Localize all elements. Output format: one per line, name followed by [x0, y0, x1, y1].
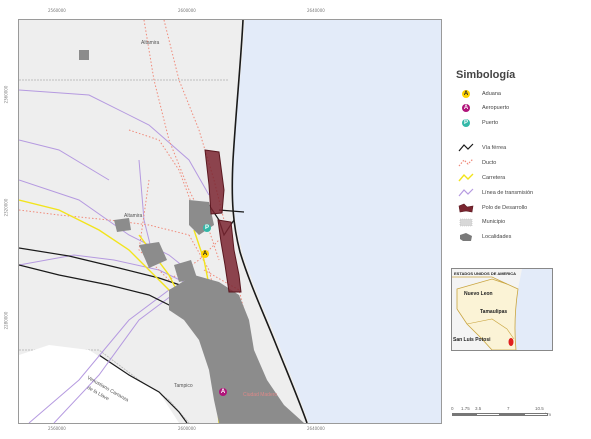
coord-top-2: 2600000: [178, 8, 196, 13]
aduana-pin-icon[interactable]: A: [201, 250, 209, 258]
map-label-tampico: Tampico: [174, 383, 193, 389]
coord-left-3: 2280000: [3, 311, 9, 330]
development-pole-icon: [458, 203, 474, 213]
aeropuerto-icon: A: [462, 104, 470, 112]
scale-tick-3: 7: [507, 406, 510, 411]
map-frame[interactable]: A P A Altamira Altamira Tampico Ciudad M…: [18, 19, 442, 424]
inset-label-country: ESTADOS UNIDOS DE AMERICA: [454, 271, 517, 276]
aduana-icon: A: [462, 90, 470, 98]
legend-item-development-pole: Polo de Desarrollo: [458, 202, 588, 214]
municipality-icon: [459, 218, 473, 227]
scale-tick-0: 0: [451, 406, 454, 411]
legend-label-aduana: Aduana: [482, 91, 501, 97]
scale-bar: 0 1.75 3.5 7 10.5 km: [451, 403, 551, 423]
map-label-altamira-north: Altamira: [141, 40, 160, 46]
puerto-icon: P: [462, 119, 470, 127]
legend-label-highway: Carretera: [482, 175, 506, 181]
railway-icon: [458, 143, 474, 152]
localities-icon: [460, 233, 472, 241]
legend-item-highway: Carretera: [458, 172, 588, 184]
coord-bottom-2: 2600000: [178, 426, 196, 431]
coord-top-1: 2560000: [48, 8, 66, 13]
puerto-pin-icon[interactable]: P: [203, 224, 211, 232]
inset-label-san-luis-potosi: San Luis Potosi: [453, 337, 491, 343]
legend-item-aduana: A Aduana: [458, 88, 588, 100]
pipeline-icon: [458, 158, 474, 167]
aeropuerto-pin-icon[interactable]: A: [219, 388, 227, 396]
legend-item-railway: Vía férrea: [458, 142, 588, 154]
inset-label-tamaulipas: Tamaulipas: [480, 309, 508, 315]
legend-title: Simbología: [456, 69, 516, 81]
legend-label-municipality: Municipio: [482, 219, 506, 225]
scale-bar-segments: [452, 413, 548, 416]
coord-bottom-3: 2640000: [307, 426, 325, 431]
inset-label-nuevo-leon: Nuevo Leon: [464, 291, 493, 297]
legend-label-railway: Vía férrea: [482, 145, 507, 151]
map-label-altamira: Altamira: [124, 213, 143, 219]
legend-label-transmission: Línea de transmisión: [482, 190, 534, 196]
legend-item-puerto: P Puerto: [458, 117, 588, 129]
legend-label-aeropuerto: Aeropuerto: [482, 105, 510, 111]
scale-tick-2: 3.5: [475, 406, 482, 411]
map-label-ciudad-madero: Ciudad Madero: [243, 392, 278, 398]
legend-label-pipeline: Ducto: [482, 160, 497, 166]
highway-icon: [458, 173, 474, 182]
legend-label-development-pole: Polo de Desarrollo: [482, 205, 528, 211]
legend-item-aeropuerto: A Aeropuerto: [458, 102, 588, 114]
legend-item-transmission: Línea de transmisión: [458, 187, 588, 199]
legend-label-localities: Localidades: [482, 234, 512, 240]
inset-map[interactable]: ESTADOS UNIDOS DE AMERICA Nuevo Leon Tam…: [451, 268, 553, 351]
coord-left-1: 2360000: [3, 85, 9, 104]
map-canvas[interactable]: [19, 20, 441, 423]
legend-item-pipeline: Ducto: [458, 157, 588, 169]
transmission-icon: [458, 188, 474, 197]
scale-tick-1: 1.75: [461, 406, 470, 411]
coord-top-3: 2640000: [307, 8, 325, 13]
coord-bottom-1: 2560000: [48, 426, 66, 431]
scale-tick-4: 10.5: [535, 406, 544, 411]
legend-item-localities: Localidades: [458, 231, 588, 243]
legend-item-municipality: Municipio: [458, 216, 588, 228]
legend-label-puerto: Puerto: [482, 120, 499, 126]
coord-left-2: 2320000: [3, 198, 9, 217]
